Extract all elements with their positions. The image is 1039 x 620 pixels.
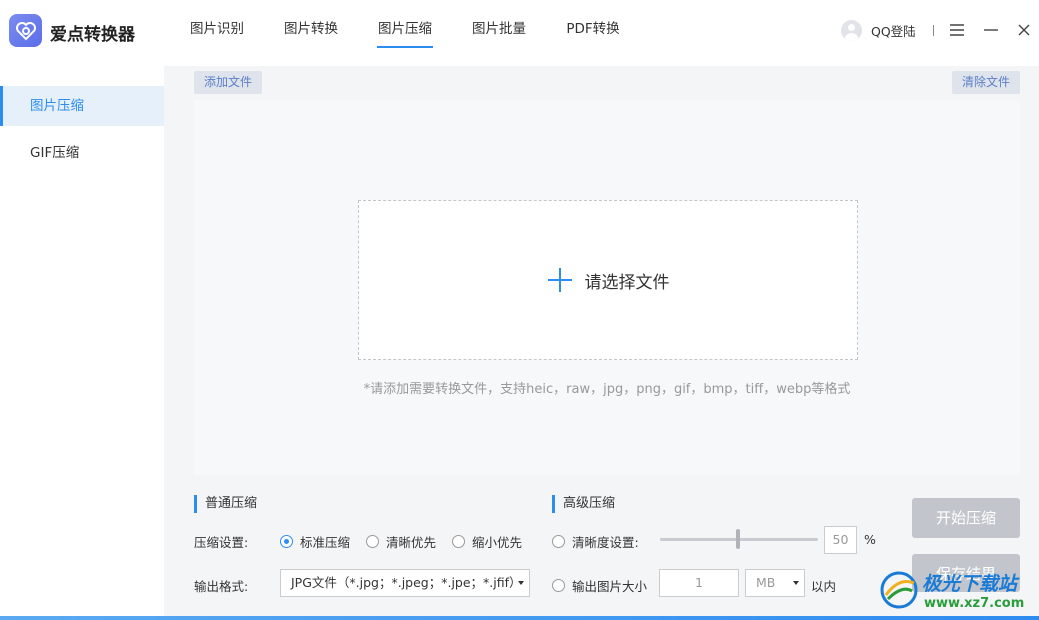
watermark-text: 极光下载站 <box>922 573 1018 595</box>
size-suffix-label: 以内 <box>811 579 837 594</box>
nav-tab-image-recognition[interactable]: 图片识别 <box>170 0 264 66</box>
radio-checked-icon <box>280 535 293 548</box>
radio-unchecked-icon <box>552 579 565 592</box>
clarity-slider-handle[interactable] <box>736 529 740 549</box>
avatar-icon <box>841 20 862 41</box>
app-title: 爱点转换器 <box>50 25 135 45</box>
file-drop-panel: 请选择文件 *请添加需要转换文件，支持heic，raw，jpg，png，gif，… <box>194 100 1020 475</box>
caret-down-icon <box>518 581 524 585</box>
size-unit-value: MB <box>756 575 776 590</box>
radio-label: 清晰优先 <box>386 535 437 550</box>
main-nav: 图片识别 图片转换 图片压缩 图片批量 PDF转换 <box>170 0 640 66</box>
app-logo-icon <box>9 14 42 47</box>
sidebar: 图片压缩 GIF压缩 <box>0 66 164 620</box>
radio-standard-compress[interactable]: 标准压缩 <box>280 532 350 551</box>
radio-output-size[interactable]: 输出图片大小 <box>552 576 647 595</box>
size-unit-select[interactable]: MB <box>745 569 805 597</box>
login-label: QQ登陆 <box>871 24 916 39</box>
radio-unchecked-icon <box>452 535 465 548</box>
advanced-compress-title: 高级压缩 <box>552 495 615 513</box>
header-divider <box>933 25 934 36</box>
radio-label: 清晰度设置: <box>572 535 639 550</box>
supported-formats-hint: *请添加需要转换文件，支持heic，raw，jpg，png，gif，bmp，ti… <box>363 382 851 397</box>
clarity-value-input[interactable]: 50 <box>824 526 857 554</box>
nav-tab-pdf-convert[interactable]: PDF转换 <box>546 0 640 66</box>
close-icon[interactable] <box>1015 21 1033 39</box>
radio-label: 缩小优先 <box>472 535 523 550</box>
radio-label: 输出图片大小 <box>572 579 648 594</box>
compress-settings-label: 压缩设置: <box>194 535 249 550</box>
plus-icon <box>547 268 572 292</box>
watermark-url: www.xz7.com <box>924 596 1025 611</box>
hamburger-icon[interactable] <box>948 21 966 39</box>
output-format-select[interactable]: JPG文件（*.jpg；*.jpeg；*.jpe；*.jfif） <box>280 569 530 597</box>
sidebar-item-gif-compress[interactable]: GIF压缩 <box>0 133 164 173</box>
caret-down-icon <box>793 581 799 585</box>
start-compress-button[interactable]: 开始压缩 <box>912 498 1020 538</box>
clear-files-button[interactable]: 清除文件 <box>952 71 1021 94</box>
radio-label: 标准压缩 <box>300 535 351 550</box>
radio-clarity-setting[interactable]: 清晰度设置: <box>552 532 639 551</box>
minimize-icon[interactable] <box>982 21 1000 39</box>
title-bar: 爱点转换器 图片识别 图片转换 图片压缩 图片批量 PDF转换 QQ登陆 <box>0 0 1039 66</box>
nav-tab-image-compress[interactable]: 图片压缩 <box>358 0 452 66</box>
sidebar-item-image-compress[interactable]: 图片压缩 <box>0 86 164 126</box>
add-file-button[interactable]: 添加文件 <box>194 71 263 94</box>
nav-tab-image-convert[interactable]: 图片转换 <box>264 0 358 66</box>
output-format-label: 输出格式: <box>194 579 249 594</box>
output-size-input[interactable]: 1 <box>659 569 739 597</box>
radio-size-first[interactable]: 缩小优先 <box>452 532 522 551</box>
nav-tab-image-batch[interactable]: 图片批量 <box>452 0 546 66</box>
clarity-unit-label: % <box>864 532 876 547</box>
radio-unchecked-icon <box>366 535 379 548</box>
select-file-button[interactable]: 请选择文件 <box>358 200 858 360</box>
radio-clarity-first[interactable]: 清晰优先 <box>366 532 436 551</box>
radio-unchecked-icon <box>552 535 565 548</box>
watermark-logo-icon <box>880 571 918 609</box>
login-button[interactable]: QQ登陆 <box>841 20 916 41</box>
output-format-value: JPG文件（*.jpg；*.jpeg；*.jpe；*.jfif） <box>291 575 522 590</box>
normal-compress-title: 普通压缩 <box>194 495 257 513</box>
select-file-label: 请选择文件 <box>584 272 670 293</box>
site-watermark: 极光下载站 www.xz7.com <box>878 563 1038 618</box>
